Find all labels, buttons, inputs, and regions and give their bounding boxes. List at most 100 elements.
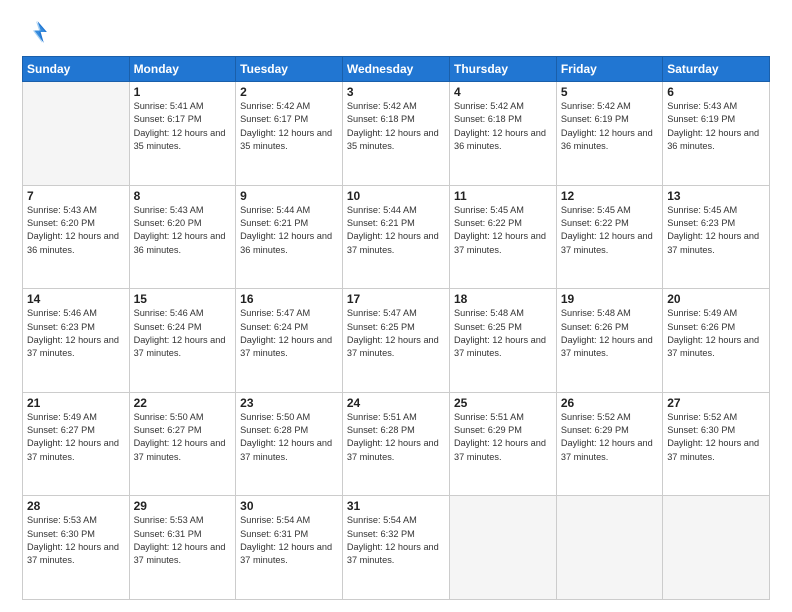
calendar-cell: 25Sunrise: 5:51 AMSunset: 6:29 PMDayligh…	[450, 392, 557, 496]
day-info: Sunrise: 5:53 AMSunset: 6:31 PMDaylight:…	[134, 514, 232, 567]
daylight-label: Daylight: 12 hours and 37 minutes.	[240, 438, 332, 461]
daylight-label: Daylight: 12 hours and 37 minutes.	[27, 542, 119, 565]
sunset-label: Sunset: 6:17 PM	[240, 114, 308, 124]
day-number: 21	[27, 396, 125, 410]
calendar-cell: 7Sunrise: 5:43 AMSunset: 6:20 PMDaylight…	[23, 185, 130, 289]
sunrise-label: Sunrise: 5:50 AM	[240, 412, 310, 422]
calendar-cell: 10 Sunrise: 5:44 AM Sunset: 6:21 PM Dayligh…	[342, 185, 449, 289]
daylight-label: Daylight: 12 hours and 37 minutes.	[667, 231, 759, 254]
daylight-label: Daylight: 12 hours and 36 minutes.	[134, 231, 226, 254]
day-info: Sunrise: 5:52 AM Sunset: 6:29 PM Daylight:…	[561, 411, 658, 464]
sunrise-label: Sunrise: 5:42 AM	[561, 101, 631, 111]
calendar-cell: 5Sunrise: 5:42 AMSunset: 6:19 PMDaylight…	[556, 82, 662, 186]
calendar-cell: 6Sunrise: 5:43 AMSunset: 6:19 PMDaylight…	[663, 82, 770, 186]
sunset-label: Sunset: 6:32 PM	[347, 529, 415, 539]
day-info: Sunrise: 5:50 AM Sunset: 6:28 PM Daylight:…	[240, 411, 338, 464]
sunrise-label: Sunrise: 5:51 AM	[347, 412, 417, 422]
day-info: Sunrise: 5:49 AMSunset: 6:26 PMDaylight:…	[667, 307, 765, 360]
day-info: Sunrise: 5:43 AMSunset: 6:20 PMDaylight:…	[27, 204, 125, 257]
week-row-3: 14Sunrise: 5:46 AMSunset: 6:23 PMDayligh…	[23, 289, 770, 393]
page: SundayMondayTuesdayWednesdayThursdayFrid…	[0, 0, 792, 612]
calendar-cell: 12Sunrise: 5:45 AMSunset: 6:22 PMDayligh…	[556, 185, 662, 289]
day-number: 11	[454, 189, 552, 203]
daylight-label: Daylight: 12 hours and 37 minutes.	[454, 335, 546, 358]
calendar-cell: 18 Sunrise: 5:48 AM Sunset: 6:25 PM Dayligh…	[450, 289, 557, 393]
daylight-label: Daylight: 12 hours and 37 minutes.	[134, 335, 226, 358]
daylight-label: Daylight: 12 hours and 35 minutes.	[134, 128, 226, 151]
calendar-cell: 19Sunrise: 5:48 AMSunset: 6:26 PMDayligh…	[556, 289, 662, 393]
day-number: 17	[347, 292, 445, 306]
sunset-label: Sunset: 6:29 PM	[561, 425, 629, 435]
sunrise-label: Sunrise: 5:46 AM	[134, 308, 204, 318]
calendar-body: 1Sunrise: 5:41 AMSunset: 6:17 PMDaylight…	[23, 82, 770, 600]
day-info: Sunrise: 5:45 AMSunset: 6:22 PMDaylight:…	[454, 204, 552, 257]
daylight-label: Daylight: 12 hours and 36 minutes.	[667, 128, 759, 151]
sunset-label: Sunset: 6:24 PM	[240, 322, 308, 332]
day-number: 18	[454, 292, 552, 306]
day-info: Sunrise: 5:49 AMSunset: 6:27 PMDaylight:…	[27, 411, 125, 464]
day-number: 10	[347, 189, 445, 203]
day-number: 27	[667, 396, 765, 410]
calendar-table: SundayMondayTuesdayWednesdayThursdayFrid…	[22, 56, 770, 600]
day-number: 2	[240, 85, 338, 99]
sunrise-label: Sunrise: 5:54 AM	[347, 515, 417, 525]
daylight-label: Daylight: 12 hours and 37 minutes.	[134, 438, 226, 461]
sunset-label: Sunset: 6:25 PM	[454, 322, 522, 332]
sunset-label: Sunset: 6:30 PM	[27, 529, 95, 539]
sunset-label: Sunset: 6:22 PM	[454, 218, 522, 228]
sunset-label: Sunset: 6:30 PM	[667, 425, 735, 435]
sunrise-label: Sunrise: 5:43 AM	[27, 205, 97, 215]
sunrise-label: Sunrise: 5:44 AM	[347, 205, 417, 215]
daylight-label: Daylight: 12 hours and 36 minutes.	[27, 231, 119, 254]
day-header-wednesday: Wednesday	[342, 57, 449, 82]
sunrise-label: Sunrise: 5:49 AM	[27, 412, 97, 422]
calendar-cell: 1Sunrise: 5:41 AMSunset: 6:17 PMDaylight…	[129, 82, 236, 186]
sunset-label: Sunset: 6:18 PM	[454, 114, 522, 124]
daylight-label: Daylight: 12 hours and 36 minutes.	[240, 231, 332, 254]
calendar-cell: 17Sunrise: 5:47 AMSunset: 6:25 PMDayligh…	[342, 289, 449, 393]
sunset-label: Sunset: 6:19 PM	[667, 114, 735, 124]
day-number: 24	[347, 396, 445, 410]
day-number: 16	[240, 292, 338, 306]
day-info: Sunrise: 5:41 AMSunset: 6:17 PMDaylight:…	[134, 100, 232, 153]
sunrise-label: Sunrise: 5:46 AM	[27, 308, 97, 318]
sunset-label: Sunset: 6:31 PM	[134, 529, 202, 539]
daylight-label: Daylight: 12 hours and 37 minutes.	[347, 231, 439, 254]
day-number: 23	[240, 396, 338, 410]
sunrise-label: Sunrise: 5:50 AM	[134, 412, 204, 422]
sunset-label: Sunset: 6:31 PM	[240, 529, 308, 539]
week-row-1: 1Sunrise: 5:41 AMSunset: 6:17 PMDaylight…	[23, 82, 770, 186]
calendar-cell: 26Sunrise: 5:52 AMSunset: 6:29 PMDayligh…	[556, 392, 662, 496]
day-info: Sunrise: 5:47 AMSunset: 6:24 PMDaylight:…	[240, 307, 338, 360]
calendar-cell: 15Sunrise: 5:46 AMSunset: 6:24 PMDayligh…	[129, 289, 236, 393]
sunset-label: Sunset: 6:28 PM	[240, 425, 308, 435]
day-number: 22	[134, 396, 232, 410]
sunset-label: Sunset: 6:27 PM	[27, 425, 95, 435]
calendar-cell	[663, 496, 770, 600]
day-info: Sunrise: 5:44 AMSunset: 6:21 PMDaylight:…	[240, 204, 338, 257]
sunrise-label: Sunrise: 5:47 AM	[347, 308, 417, 318]
sunset-label: Sunset: 6:26 PM	[561, 322, 629, 332]
week-row-2: 7Sunrise: 5:43 AMSunset: 6:20 PMDaylight…	[23, 185, 770, 289]
daylight-label: Daylight: 12 hours and 37 minutes.	[667, 335, 759, 358]
sunrise-label: Sunrise: 5:52 AM	[561, 412, 631, 422]
sunset-label: Sunset: 6:17 PM	[134, 114, 202, 124]
day-info: Sunrise: 5:48 AMSunset: 6:26 PMDaylight:…	[561, 307, 658, 360]
sunrise-label: Sunrise: 5:48 AM	[454, 308, 524, 318]
day-header-saturday: Saturday	[663, 57, 770, 82]
calendar-cell: 24Sunrise: 5:51 AMSunset: 6:28 PMDayligh…	[342, 392, 449, 496]
calendar-cell: 2Sunrise: 5:42 AMSunset: 6:17 PMDaylight…	[236, 82, 343, 186]
day-number: 8	[134, 189, 232, 203]
day-info: Sunrise: 5:50 AM Sunset: 6:27 PM Daylight:…	[134, 411, 232, 464]
daylight-label: Daylight: 12 hours and 37 minutes.	[561, 438, 653, 461]
day-number: 12	[561, 189, 658, 203]
day-number: 5	[561, 85, 658, 99]
sunrise-label: Sunrise: 5:53 AM	[27, 515, 97, 525]
daylight-label: Daylight: 12 hours and 37 minutes.	[667, 438, 759, 461]
calendar-cell: 22 Sunrise: 5:50 AM Sunset: 6:27 PM Dayligh…	[129, 392, 236, 496]
day-number: 13	[667, 189, 765, 203]
day-number: 30	[240, 499, 338, 513]
sunset-label: Sunset: 6:27 PM	[134, 425, 202, 435]
daylight-label: Daylight: 12 hours and 37 minutes.	[561, 335, 653, 358]
sunset-label: Sunset: 6:21 PM	[347, 218, 415, 228]
